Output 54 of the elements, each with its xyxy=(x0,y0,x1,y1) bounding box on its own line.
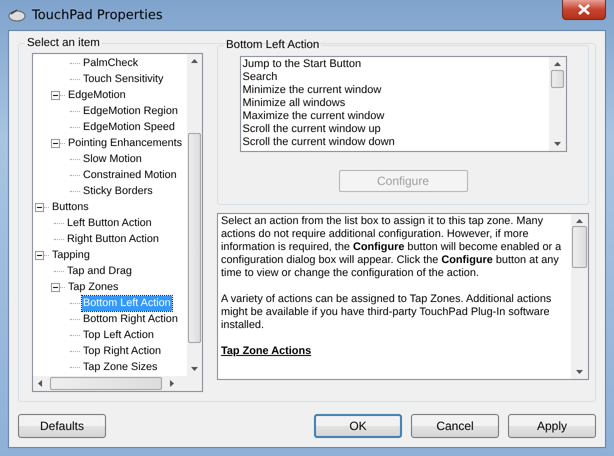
group-label: Select an item xyxy=(26,37,101,49)
tree-item[interactable]: Tapping xyxy=(51,248,91,262)
vertical-scrollbar[interactable] xyxy=(187,54,202,376)
vertical-scrollbar[interactable] xyxy=(571,214,588,379)
tree-item[interactable]: Bottom Right Action xyxy=(82,312,179,326)
tree-item[interactable]: EdgeMotion Speed xyxy=(82,120,176,134)
right-arrow-icon[interactable] xyxy=(170,380,174,387)
tree-item[interactable]: Sticky Borders xyxy=(82,184,154,198)
touchpad-mouse-icon xyxy=(8,8,26,22)
help-paragraph: A variety of actions can be assigned to Tap Zones. Additional actions might be available if you have third-party TouchPad Plug-In software installed. xyxy=(221,293,552,332)
tree-item[interactable]: Top Right Action xyxy=(82,344,162,358)
action-option[interactable]: Search xyxy=(242,71,546,84)
help-paragraph: Select an action from the list box to assign it to this tap zone. Many actions do not require additional configuration. However, if more information is required, the Configure button will become enabled or a configuration dialog box will appear. Click the Configure button at any time to view or change the configuration of the action. xyxy=(221,215,562,280)
scroll-thumb[interactable] xyxy=(550,70,564,88)
action-option[interactable]: Minimize the current window xyxy=(242,84,546,97)
tree-item[interactable]: Top Left Action xyxy=(82,328,155,342)
action-option[interactable]: Jump to the Start Button xyxy=(242,58,546,71)
tree-item[interactable]: PalmCheck xyxy=(82,56,140,70)
tree-item[interactable]: Tap and Drag xyxy=(66,264,133,278)
up-arrow-icon[interactable] xyxy=(191,59,198,63)
scroll-thumb[interactable] xyxy=(50,377,162,390)
tree-item[interactable]: Buttons xyxy=(51,200,90,214)
tree-item[interactable]: Tap Zones xyxy=(67,280,120,294)
group-label: Bottom Left Action xyxy=(225,39,320,51)
tree-item[interactable]: Right Button Action xyxy=(66,232,160,246)
scroll-thumb[interactable] xyxy=(188,133,201,343)
apply-button[interactable]: Apply xyxy=(508,414,596,438)
up-arrow-icon[interactable] xyxy=(576,219,583,223)
down-arrow-icon[interactable] xyxy=(576,370,583,374)
close-button[interactable] xyxy=(562,0,606,20)
tree-item[interactable]: Constrained Motion xyxy=(82,168,178,182)
tree-item[interactable]: Touch Sensitivity xyxy=(82,72,164,86)
window-title: TouchPad Properties xyxy=(32,8,163,22)
vertical-scrollbar[interactable] xyxy=(548,57,566,151)
action-option[interactable]: Maximize the current window xyxy=(242,110,546,123)
action-option[interactable]: Minimize all windows xyxy=(242,97,546,110)
close-icon xyxy=(578,4,590,15)
tree-item[interactable]: Left Button Action xyxy=(66,216,153,230)
tree-item[interactable]: EdgeMotion xyxy=(67,88,127,102)
cancel-button[interactable]: Cancel xyxy=(411,414,499,438)
tree-item[interactable]: Tap Zone Sizes xyxy=(82,360,158,374)
tree-item[interactable]: Slow Motion xyxy=(82,152,143,166)
tree-item[interactable]: Pointing Enhancements xyxy=(67,136,184,150)
action-option[interactable]: Scroll the current window down xyxy=(242,136,546,149)
action-option[interactable]: Scroll the current window up xyxy=(242,123,546,136)
ok-button[interactable]: OK xyxy=(314,414,402,438)
scroll-thumb[interactable] xyxy=(572,226,587,268)
left-arrow-icon[interactable] xyxy=(38,380,42,387)
help-heading: Tap Zone Actions xyxy=(221,345,312,358)
defaults-button[interactable]: Defaults xyxy=(18,414,106,438)
down-arrow-icon[interactable] xyxy=(554,142,560,146)
up-arrow-icon[interactable] xyxy=(554,62,560,66)
down-arrow-icon[interactable] xyxy=(191,367,198,371)
tree-item[interactable]: EdgeMotion Region xyxy=(82,104,179,118)
